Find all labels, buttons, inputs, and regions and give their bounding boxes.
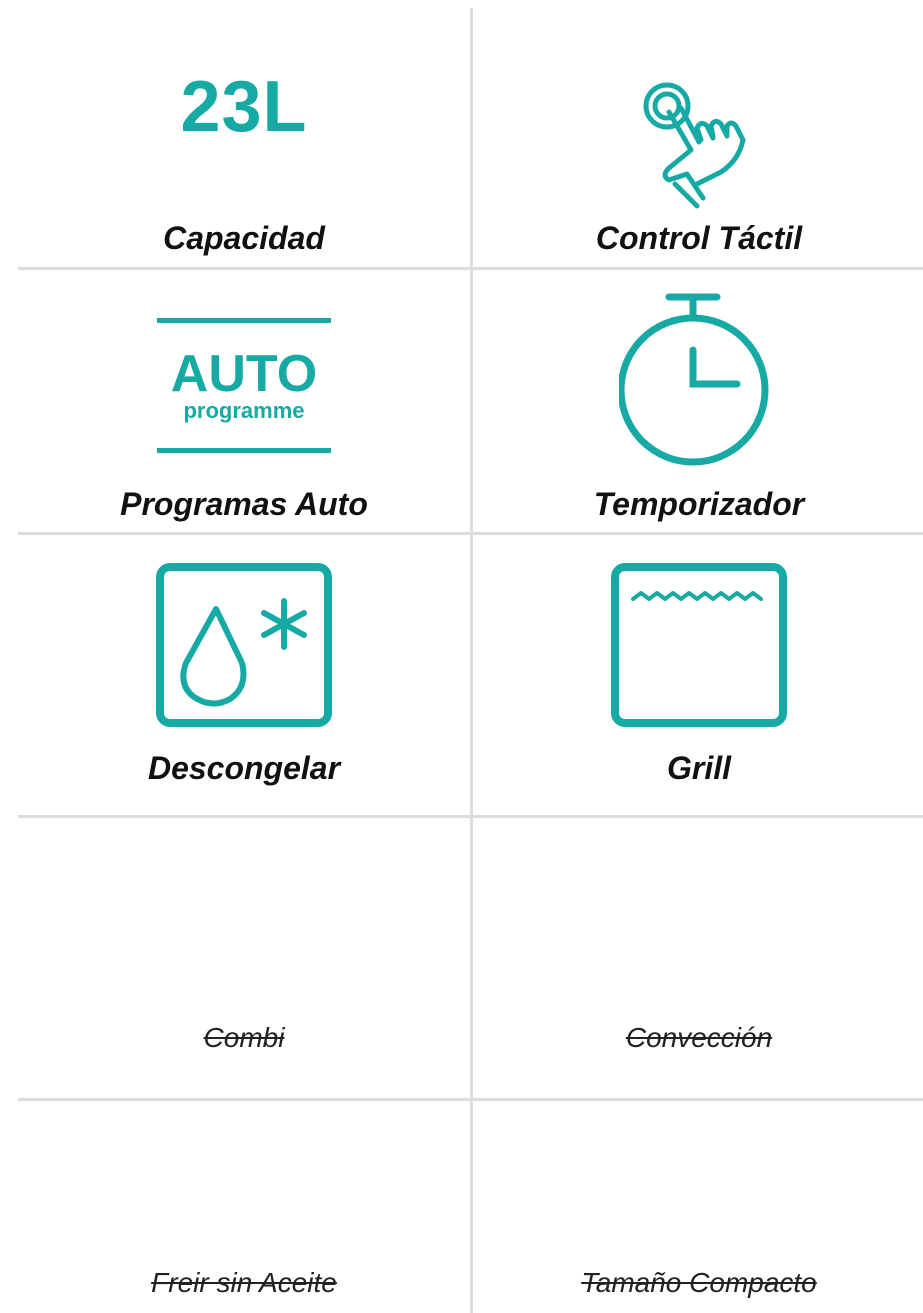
feature-defrost: Descongelar [18, 535, 470, 815]
auto-icon-title: AUTO [170, 345, 318, 403]
feature-touch-control: Control Táctil [473, 0, 923, 267]
feature-compact: Tamaño Compacto [473, 1101, 923, 1313]
auto-top-rule [157, 318, 331, 323]
feature-capacity: 23L Capacidad [18, 0, 470, 267]
touch-control-label: Control Táctil [595, 220, 803, 256]
defrost-icon [18, 563, 470, 727]
feature-grill: Grill [473, 535, 923, 815]
feature-combi: Combi [18, 818, 470, 1098]
feature-timer: Temporizador [473, 270, 923, 532]
compact-label: Tamaño Compacto [581, 1267, 817, 1298]
auto-programme-icon: AUTO programme [18, 318, 470, 453]
auto-icon-subtitle: programme [183, 398, 305, 423]
defrost-label: Descongelar [147, 750, 341, 786]
air-fry-label: Freir sin Aceite [151, 1267, 337, 1298]
timer-label: Temporizador [593, 486, 805, 522]
feature-air-fry: Freir sin Aceite [18, 1101, 470, 1313]
convection-label: Convección [625, 1022, 773, 1053]
touch-hand-icon [473, 80, 923, 210]
capacity-value: 23L [180, 67, 308, 147]
capacity-label: Capacidad [163, 220, 325, 256]
grill-label: Grill [666, 750, 731, 786]
auto-bottom-rule [157, 448, 331, 453]
stopwatch-icon [473, 292, 923, 467]
feature-grid: 23L Capacidad Control Táctil AUTO progra… [0, 0, 923, 1313]
grill-icon [473, 563, 923, 727]
capacity-value-badge: 23L [18, 66, 470, 148]
auto-programs-label: Programas Auto [120, 486, 368, 522]
combi-label: Combi [203, 1022, 285, 1053]
feature-auto-programs: AUTO programme Programas Auto [18, 270, 470, 532]
feature-convection: Convección [473, 818, 923, 1098]
